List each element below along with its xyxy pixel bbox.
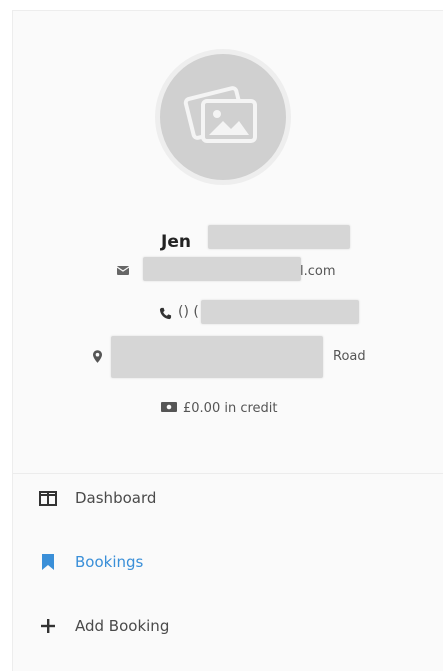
image-placeholder-icon xyxy=(183,83,263,151)
profile-email-row xyxy=(116,264,130,279)
map-pin-icon xyxy=(93,350,102,367)
divider xyxy=(13,473,443,474)
columns-icon xyxy=(38,488,58,508)
nav-item-add-booking[interactable]: Add Booking xyxy=(13,604,441,648)
nav-item-bookings[interactable]: Bookings xyxy=(13,540,441,584)
envelope-icon xyxy=(116,264,130,279)
profile-first-name: Jen xyxy=(161,232,191,252)
redacted-phone xyxy=(201,300,359,324)
bookmark-icon xyxy=(38,552,58,572)
nav-item-label: Bookings xyxy=(75,553,144,571)
profile-address-suffix: Road xyxy=(333,349,366,364)
phone-icon xyxy=(159,307,172,324)
profile-address-row xyxy=(93,350,102,367)
profile-phone-row xyxy=(159,307,172,324)
plus-icon xyxy=(38,616,58,636)
redacted-email xyxy=(143,257,301,281)
profile-credit: £0.00 in credit xyxy=(161,401,278,416)
credit-label: £0.00 in credit xyxy=(183,401,278,416)
profile-name: Jen xyxy=(161,232,191,252)
profile-avatar[interactable] xyxy=(155,49,291,185)
nav-item-dashboard[interactable]: Dashboard xyxy=(13,476,441,520)
redacted-last-name xyxy=(208,225,350,249)
profile-email-suffix: l.com xyxy=(300,264,336,279)
cash-icon xyxy=(161,401,177,416)
nav-item-label: Dashboard xyxy=(75,489,157,507)
profile-phone-prefix: () ( xyxy=(178,304,199,320)
nav-item-label: Add Booking xyxy=(75,617,170,635)
profile-sidebar: Jen l.com () ( Road £0.00 in credit Dash… xyxy=(12,10,443,671)
redacted-address xyxy=(111,336,323,378)
